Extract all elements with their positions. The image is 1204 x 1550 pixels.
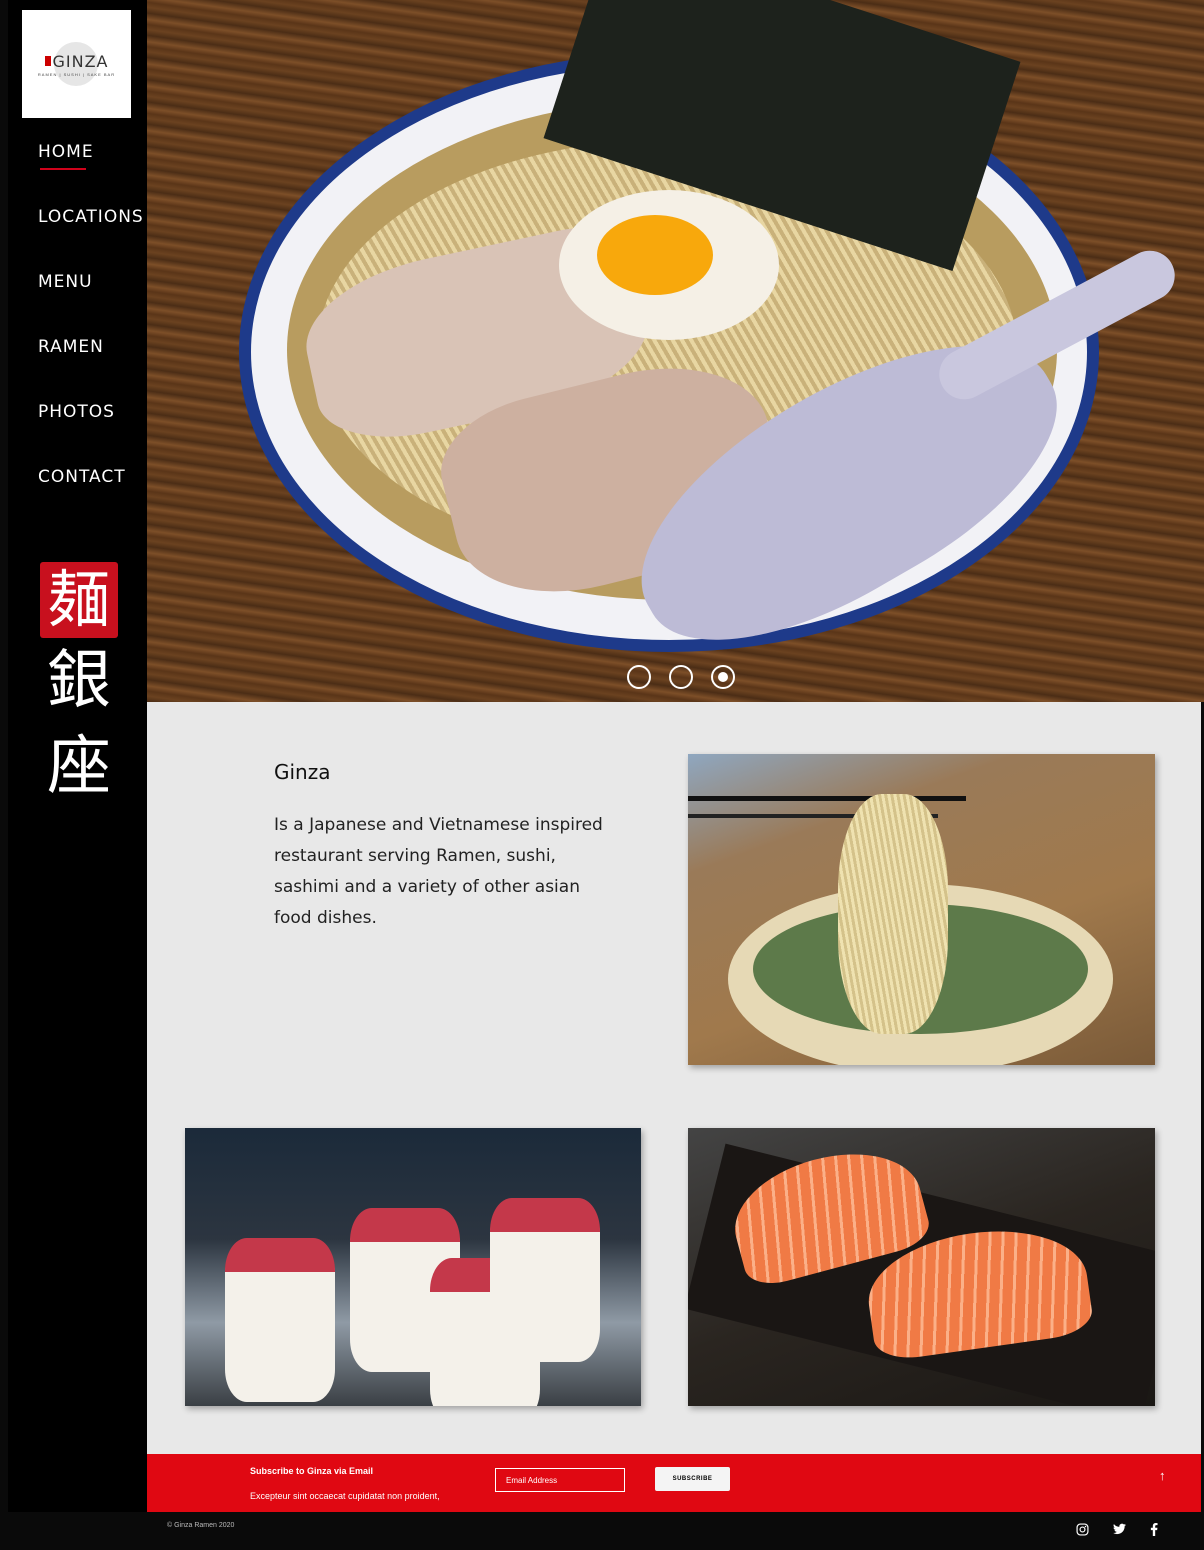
- photo-noodles: [838, 794, 948, 1034]
- carousel-dot-1[interactable]: [627, 665, 651, 689]
- hero-yolk: [597, 215, 713, 295]
- kanji-za: 座: [47, 730, 111, 804]
- logo-name: GINZA: [52, 51, 109, 71]
- nav-item-ramen[interactable]: RAMEN: [38, 335, 144, 400]
- photo-sushi-rolls[interactable]: [185, 1128, 641, 1406]
- logo-tagline: RAMEN | SUSHI | SAKE BAR: [37, 71, 116, 77]
- nav-item-contact[interactable]: CONTACT: [38, 465, 144, 530]
- sidebar: GINZA RAMEN | SUSHI | SAKE BAR HOME LOCA…: [8, 0, 147, 1512]
- footer: © Ginza Ramen 2020: [147, 1512, 1201, 1550]
- chopstick: [688, 796, 966, 801]
- hero-carousel: [147, 0, 1204, 702]
- logo-mark-icon: [44, 56, 51, 66]
- sushi-roll: [225, 1238, 335, 1402]
- carousel-dot-3[interactable]: [711, 665, 735, 689]
- arrow-up-icon[interactable]: ↑: [1159, 1468, 1166, 1483]
- subscribe-description: Excepteur sint occaecat cupidatat non pr…: [250, 1491, 440, 1501]
- subscribe-bar: Subscribe to Ginza via Email Excepteur s…: [147, 1454, 1201, 1512]
- nav-item-photos[interactable]: PHOTOS: [38, 400, 144, 465]
- photo-ramen-noodles[interactable]: [688, 754, 1155, 1065]
- intro-title: Ginza: [274, 760, 331, 784]
- nav-item-home[interactable]: HOME: [38, 140, 144, 205]
- kanji-men: 麺: [40, 562, 118, 638]
- instagram-icon[interactable]: [1074, 1521, 1090, 1537]
- intro-text: Is a Japanese and Vietnamese inspired re…: [274, 815, 603, 928]
- subscribe-title: Subscribe to Ginza via Email: [250, 1466, 374, 1476]
- twitter-icon[interactable]: [1111, 1521, 1127, 1537]
- subscribe-button[interactable]: SUBSCRIBE: [655, 1467, 730, 1491]
- main-nav: HOME LOCATIONS MENU RAMEN PHOTOS CONTACT: [38, 140, 144, 530]
- kanji-gin: 銀: [47, 644, 111, 718]
- photo-salmon-sashimi[interactable]: [688, 1128, 1155, 1406]
- nav-item-menu[interactable]: MENU: [38, 270, 144, 335]
- facebook-icon[interactable]: [1146, 1521, 1162, 1537]
- nav-item-locations[interactable]: LOCATIONS: [38, 205, 144, 270]
- email-input[interactable]: [495, 1468, 625, 1492]
- logo[interactable]: GINZA RAMEN | SUSHI | SAKE BAR: [22, 10, 131, 118]
- main-content: Ginza Is a Japanese and Vietnamese inspi…: [147, 702, 1201, 1454]
- kanji-emblem: 麺 銀 座: [40, 562, 118, 810]
- carousel-dots: [627, 665, 735, 689]
- logo-text-wrap: GINZA: [44, 51, 109, 71]
- sushi-roll: [490, 1198, 600, 1362]
- carousel-dot-2[interactable]: [669, 665, 693, 689]
- copyright: © Ginza Ramen 2020: [167, 1522, 235, 1529]
